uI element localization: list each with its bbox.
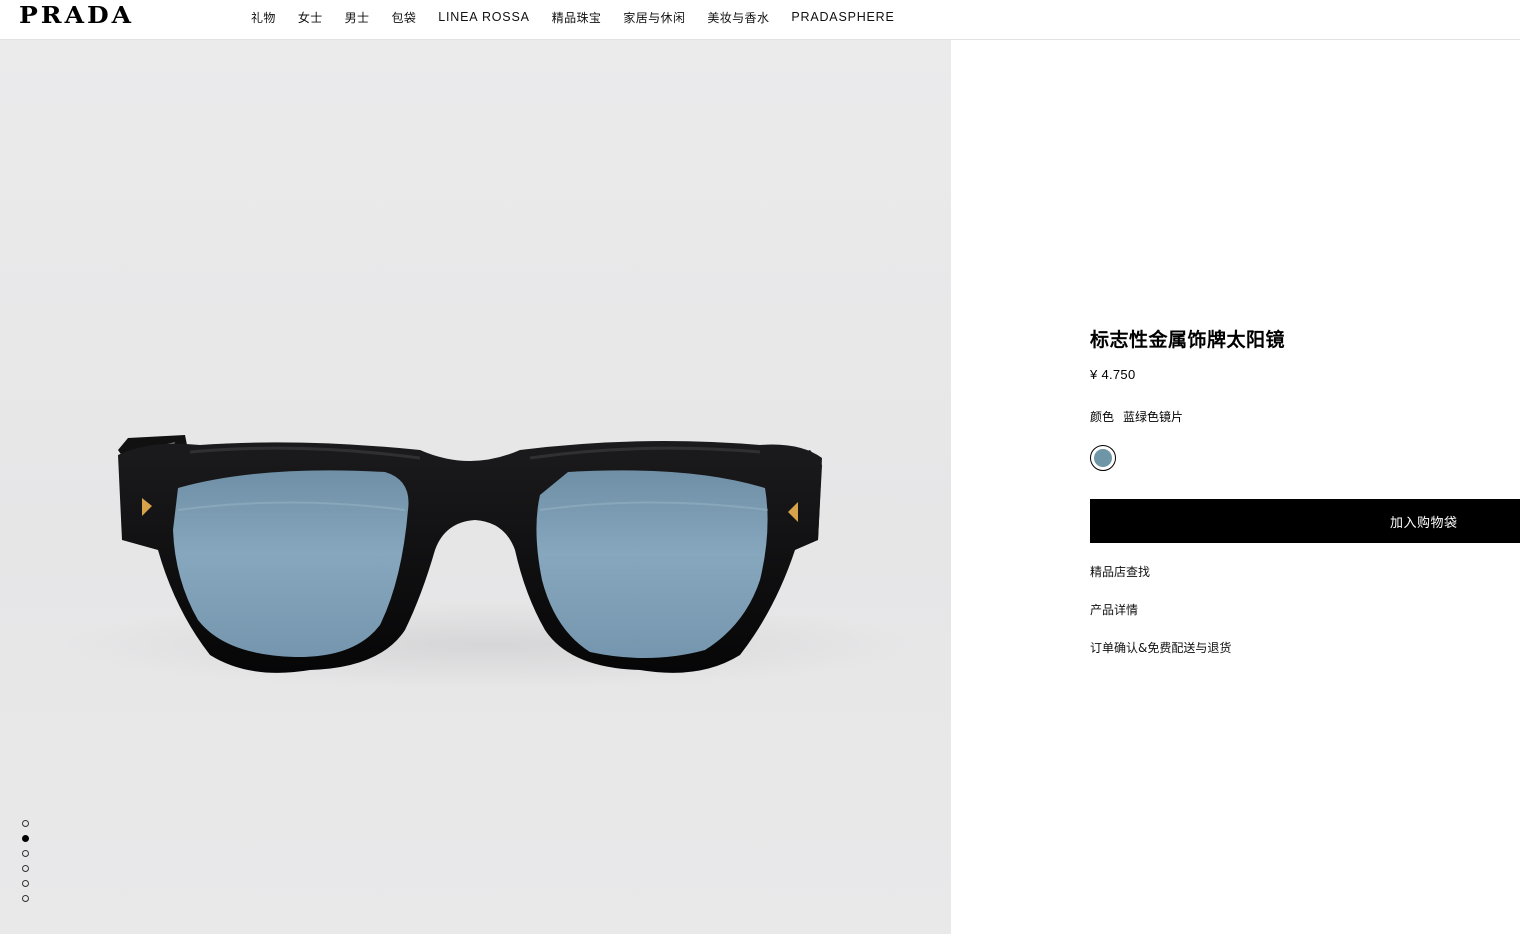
color-row: 颜色 蓝绿色镜片 (1090, 409, 1520, 425)
store-finder-link[interactable]: 精品店查找 (1090, 564, 1520, 580)
nav-item-fine-jewelry[interactable]: 精品珠宝 (541, 9, 613, 26)
nav-item-bags[interactable]: 包袋 (380, 9, 427, 26)
nav-item-men[interactable]: 男士 (334, 9, 381, 26)
prada-logo[interactable]: PRADA (19, 3, 134, 29)
product-title: 标志性金属饰牌太阳镜 (1090, 329, 1286, 351)
color-value: 蓝绿色镜片 (1123, 410, 1184, 424)
site-header: PRADA 礼物 女士 男士 包袋 LINEA ROSSA 精品珠宝 家居与休闲… (0, 0, 1520, 40)
shipping-returns-link[interactable]: 订单确认&免费配送与退货 (1090, 640, 1520, 656)
gallery-dot-5[interactable] (22, 880, 29, 887)
color-label: 颜色 (1090, 410, 1115, 424)
gallery-dot-6[interactable] (22, 895, 29, 902)
gallery-dot-4[interactable] (22, 865, 29, 872)
nav-item-pradasphere[interactable]: PRADASPHERE (780, 10, 905, 24)
product-details-link[interactable]: 产品详情 (1090, 602, 1520, 618)
product-info: 标志性金属饰牌太阳镜 ¥ 4.750 颜色 蓝绿色镜片 加入购物袋 精品店查找 … (1090, 326, 1520, 656)
nav-item-gifts[interactable]: 礼物 (240, 9, 287, 26)
gallery-pagination (22, 820, 29, 902)
color-swatch-selected[interactable] (1090, 445, 1116, 471)
main-nav: 礼物 女士 男士 包袋 LINEA ROSSA 精品珠宝 家居与休闲 美妆与香水… (240, 0, 906, 34)
nav-item-women[interactable]: 女士 (287, 9, 334, 26)
nav-item-linea-rossa[interactable]: LINEA ROSSA (427, 10, 540, 24)
product-price: ¥ 4.750 (1090, 367, 1136, 382)
sunglasses-image (118, 435, 822, 673)
product-gallery[interactable] (0, 40, 951, 934)
gallery-dot-2-active[interactable] (22, 835, 29, 842)
gallery-dot-1[interactable] (22, 820, 29, 827)
nav-item-beauty-fragrance[interactable]: 美妆与香水 (696, 9, 780, 26)
nav-item-home-leisure[interactable]: 家居与休闲 (612, 9, 696, 26)
gallery-dot-3[interactable] (22, 850, 29, 857)
add-to-bag-button[interactable]: 加入购物袋 (1090, 499, 1520, 543)
color-swatch-fill (1094, 449, 1112, 467)
